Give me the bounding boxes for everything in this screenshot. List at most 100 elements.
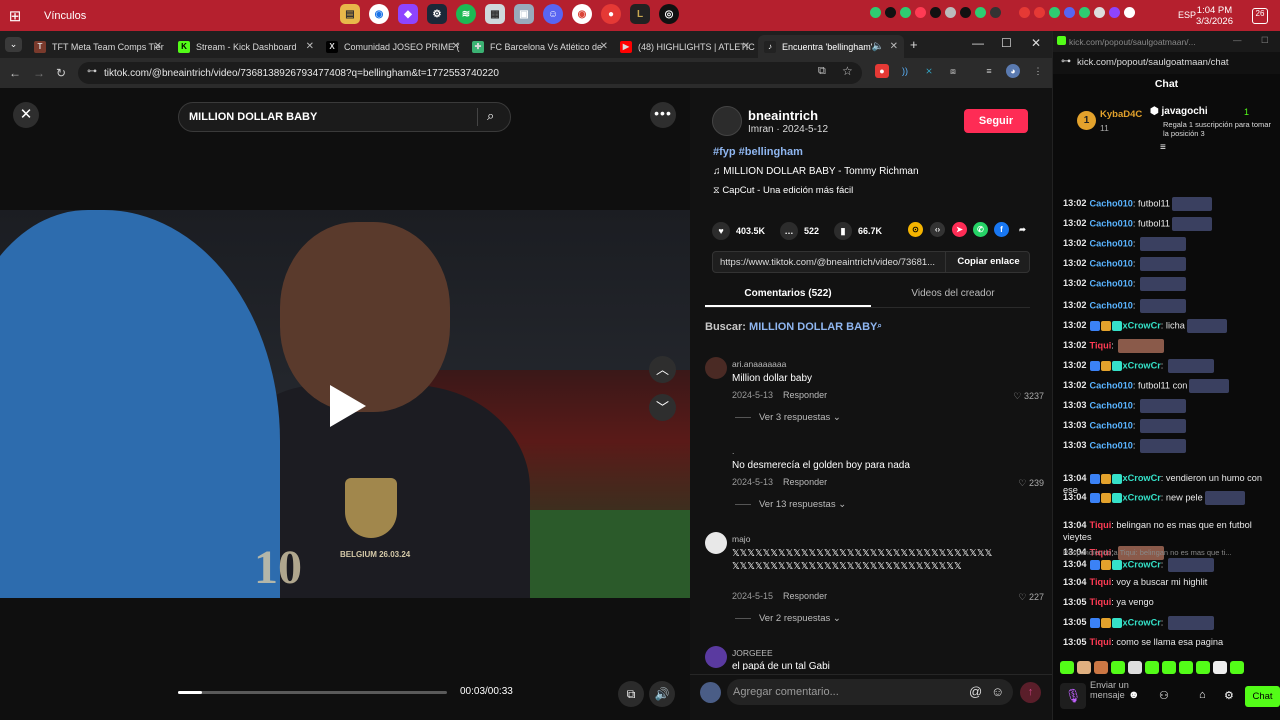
chat-message[interactable]: 13:04 xCrowCr: new pele (1063, 491, 1263, 505)
chat-send-button[interactable]: Chat (1245, 686, 1280, 707)
search-suggestion[interactable]: Buscar: MILLION DOLLAR BABY⌕ (705, 321, 882, 333)
chat-username[interactable]: Cacho010 (1090, 400, 1133, 410)
reply-button[interactable]: Responder (783, 477, 827, 487)
video-link[interactable]: https://www.tiktok.com/@bneaintrich/vide… (720, 257, 935, 268)
tab-barcelona[interactable]: ✚ FC Barcelona Vs Atlético de ✕ (466, 35, 614, 58)
creator-avatar[interactable] (712, 106, 742, 136)
avatar[interactable] (705, 357, 727, 379)
tray-icon[interactable] (1109, 7, 1120, 18)
chat-message[interactable]: 13:03 Cacho010: (1063, 419, 1263, 433)
chat-message[interactable]: 13:05 xCrowCr: (1063, 616, 1263, 630)
tab-comments[interactable]: Comentarios (522) (705, 288, 871, 299)
chat-username[interactable]: Cacho010 (1090, 300, 1133, 310)
view-replies-button[interactable]: Ver 3 respuestas ⌄ (735, 412, 841, 423)
forward-button[interactable]: → (33, 66, 45, 80)
capcut-link[interactable]: ⧖ CapCut - Una edición más fácil (713, 185, 853, 196)
comment-username[interactable]: . (732, 446, 734, 456)
tray-icon[interactable] (960, 7, 971, 18)
tab-search-icon[interactable]: ⌄ (5, 37, 22, 52)
chat-message[interactable]: 13:05 Tiqui: ya vengo (1063, 596, 1263, 608)
comment-input[interactable] (733, 684, 953, 700)
record-icon[interactable]: ● (601, 4, 621, 24)
emote-icon[interactable] (1060, 661, 1074, 674)
back-button[interactable]: ← (9, 66, 21, 80)
extensions-puzzle-icon[interactable]: ⧈ (946, 64, 960, 78)
chat-username[interactable]: xCrowCr (1123, 320, 1161, 330)
send-share-icon[interactable]: ➤ (952, 222, 967, 237)
emote-icon[interactable] (1145, 661, 1159, 674)
emote-icon[interactable] (1094, 661, 1108, 674)
chat-username[interactable]: Cacho010 (1090, 420, 1133, 430)
steam-icon[interactable]: ⚙ (427, 4, 447, 24)
taskbar-toolbar-label[interactable]: Vínculos (44, 10, 86, 22)
league-icon[interactable]: L (630, 4, 650, 24)
view-replies-button[interactable]: Ver 13 respuestas ⌄ (735, 499, 846, 510)
settings-gear-icon[interactable]: ⚙ (1224, 689, 1234, 702)
comment-username[interactable]: JORGEEE (732, 648, 773, 658)
site-info-icon[interactable]: ⊶ (87, 66, 97, 77)
follow-button[interactable]: Seguir (964, 109, 1028, 133)
chat-username[interactable]: Tiqui (1090, 577, 1112, 587)
comment-like[interactable]: ♡ 3237 (1004, 391, 1044, 402)
view-replies-button[interactable]: Ver 2 respuestas ⌄ (735, 613, 841, 624)
post-comment-button[interactable]: ↑ (1020, 682, 1041, 703)
pip-button[interactable]: ⧉ (618, 681, 644, 707)
bookmark-star-icon[interactable]: ☆ (842, 64, 853, 78)
chat-username[interactable]: Cacho010 (1090, 258, 1133, 268)
tray-icon[interactable] (975, 7, 986, 18)
comment-like[interactable]: ♡ 239 (1004, 478, 1044, 489)
search-input[interactable] (189, 108, 469, 126)
tab-youtube[interactable]: ▶ (48) HIGHLIGHTS | ATLETIC ✕ (614, 35, 756, 58)
close-icon[interactable]: ✕ (154, 41, 162, 52)
chat-message[interactable]: 13:02 xCrowCr: licha (1063, 319, 1263, 333)
notepad-icon[interactable]: ▦ (485, 4, 505, 24)
tab-tiktok[interactable]: ♪ Encuentra 'bellingham' 🔈 ✕ (758, 35, 904, 58)
chat-message[interactable]: 13:02 Tiqui: (1063, 339, 1263, 353)
emote-icon[interactable] (1128, 661, 1142, 674)
extension-icon[interactable]: )) (898, 64, 912, 78)
minimize-button[interactable]: — (972, 36, 984, 50)
tray-icon[interactable] (1019, 7, 1030, 18)
facebook-icon[interactable]: f (994, 222, 1009, 237)
maximize-button[interactable]: ☐ (1001, 36, 1012, 50)
tray-icon[interactable] (1124, 7, 1135, 18)
extension-icon[interactable]: ⨯ (922, 64, 936, 78)
chrome-icon[interactable]: ◉ (369, 4, 389, 24)
emote-icon[interactable] (1213, 661, 1227, 674)
embed-icon[interactable]: ‹› (930, 222, 945, 237)
chat-message[interactable]: 13:03 Cacho010: (1063, 399, 1263, 413)
chat-message[interactable]: 13:02 Cacho010: futbol11 (1063, 197, 1263, 211)
tray-icon[interactable] (1094, 7, 1105, 18)
emote-icon[interactable] (1196, 661, 1210, 674)
emote-icon[interactable] (1179, 661, 1193, 674)
close-icon[interactable]: ✕ (600, 41, 608, 52)
comment-username[interactable]: majo (732, 534, 750, 544)
chat-message[interactable]: 13:02 xCrowCr: (1063, 359, 1263, 373)
chat-username[interactable]: Tiqui (1090, 520, 1112, 530)
coin-share-icon[interactable]: ⊙ (908, 222, 923, 237)
chat-username[interactable]: xCrowCr (1123, 559, 1161, 569)
tray-icon[interactable] (900, 7, 911, 18)
comment-like[interactable]: ♡ 227 (1004, 592, 1044, 603)
menu-icon[interactable]: ⋮ (1031, 64, 1045, 78)
chat-username[interactable]: Cacho010 (1090, 380, 1133, 390)
chat-message[interactable]: 13:02 Cacho010: futbol11 (1063, 217, 1263, 231)
collapse-icon[interactable]: ≡ (1160, 142, 1166, 153)
windows-start-icon[interactable]: ⊞ (0, 7, 30, 25)
reply-button[interactable]: Responder (783, 591, 827, 601)
share-arrow-icon[interactable]: ➦ (1015, 222, 1030, 237)
chat-message[interactable]: 13:02 Cacho010: (1063, 299, 1263, 313)
chat-message[interactable]: 13:03 Cacho010: (1063, 439, 1263, 453)
chat-username[interactable]: Cacho010 (1090, 440, 1133, 450)
tray-icon[interactable] (1079, 7, 1090, 18)
emote-icon[interactable] (1077, 661, 1091, 674)
tab-creator-videos[interactable]: Videos del creador (870, 288, 1036, 299)
tray-icon[interactable] (885, 7, 896, 18)
chat-username[interactable]: Cacho010 (1090, 278, 1133, 288)
tray-icon[interactable] (1064, 7, 1075, 18)
close-icon[interactable]: ✕ (742, 41, 750, 52)
extension-icon[interactable]: ● (875, 64, 889, 78)
creator-username[interactable]: bneaintrich (748, 108, 818, 123)
play-icon[interactable] (330, 385, 366, 427)
whatsapp-icon[interactable]: ✆ (973, 222, 988, 237)
